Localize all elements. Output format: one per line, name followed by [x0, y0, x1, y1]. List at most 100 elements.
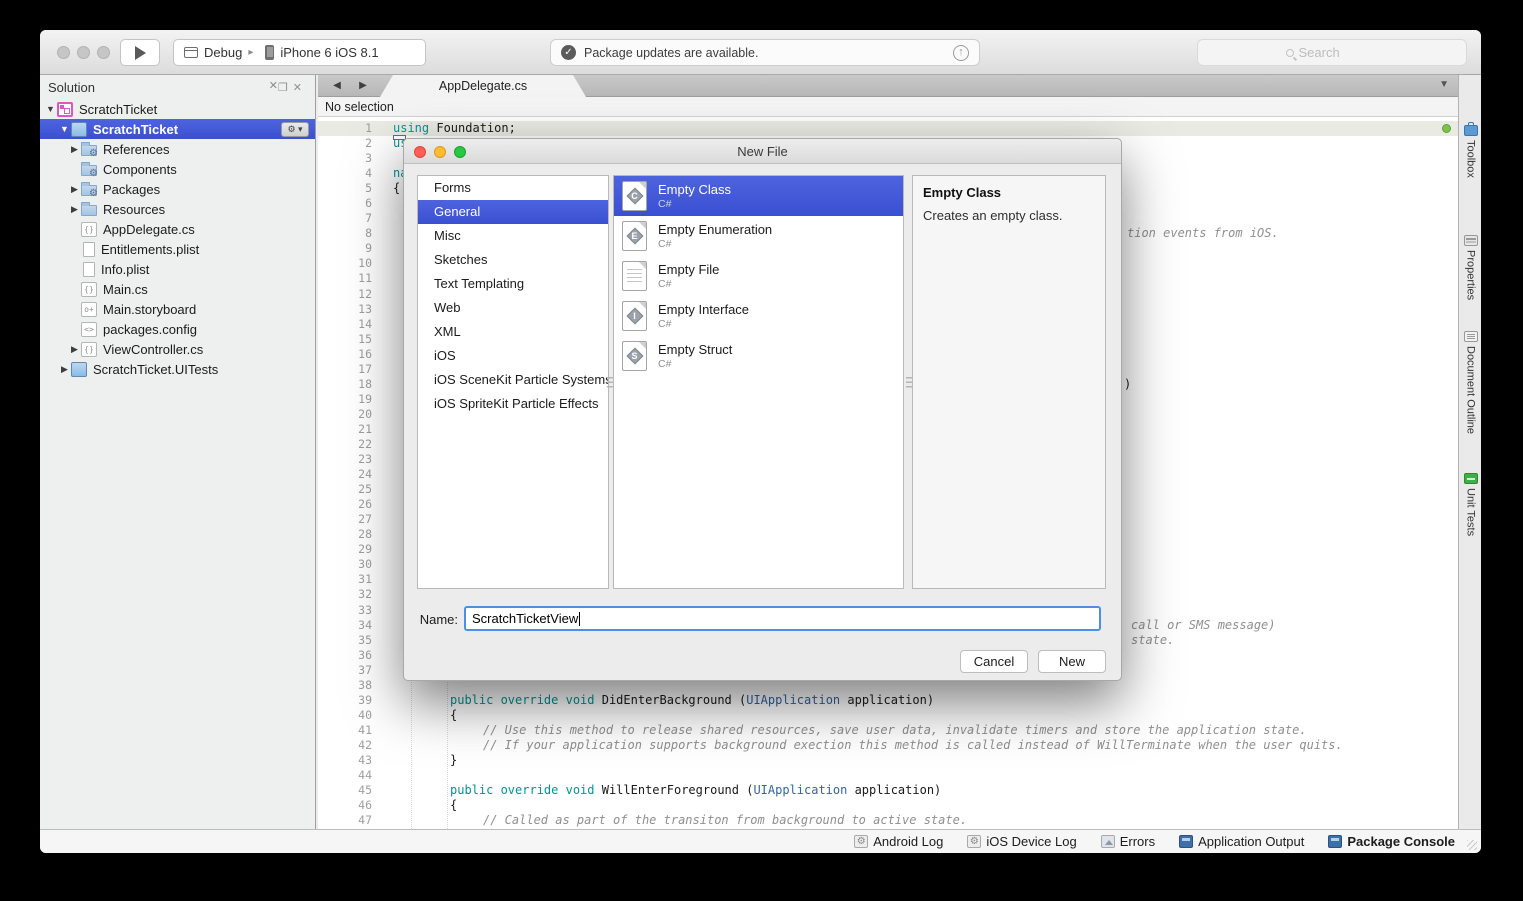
tree-item-scratchticket[interactable]: ▼ScratchTicket⚙ ▾ — [40, 119, 315, 139]
tree-item-info-plist[interactable]: Info.plist — [40, 259, 315, 279]
category-general[interactable]: General — [418, 200, 608, 224]
dock-tab-unit-tests[interactable]: Unit Tests — [1459, 473, 1481, 536]
tree-item-components[interactable]: Components — [40, 159, 315, 179]
tree-item-main-cs[interactable]: {}Main.cs — [40, 279, 315, 299]
build-config-selector[interactable]: Debug ▸ iPhone 6 iOS 8.1 — [173, 39, 426, 66]
template-text: Empty FileC# — [658, 262, 719, 290]
category-xml[interactable]: XML — [418, 320, 608, 344]
template-list: CEmpty ClassC#EEmpty EnumerationC# Empty … — [613, 175, 904, 589]
template-empty-enumeration[interactable]: EEmpty EnumerationC# — [614, 216, 903, 256]
search-input[interactable] — [1299, 45, 1379, 60]
category-sketches[interactable]: Sketches — [418, 248, 608, 272]
tree-item-packages[interactable]: ▶Packages — [40, 179, 315, 199]
editor-tabbar: ◀ ▶ AppDelegate.cs ✕ ▼ — [318, 75, 1458, 97]
name-input[interactable]: ScratchTicketView — [464, 606, 1101, 631]
pad-button-ios-device-log[interactable]: ⚙iOS Device Log — [967, 834, 1076, 849]
xamarin-studio-window: Debug ▸ iPhone 6 iOS 8.1 ✓ Package updat… — [40, 30, 1481, 853]
line-number: 29 — [318, 542, 372, 557]
tree-item-resources[interactable]: ▶Resources — [40, 199, 315, 219]
category-text-templating[interactable]: Text Templating — [418, 272, 608, 296]
new-button[interactable]: New — [1038, 650, 1106, 673]
code-text: public override void WillEnterForeground… — [450, 783, 941, 798]
code-line-44: 44 — [318, 768, 1458, 783]
nav-back-button[interactable]: ◀ — [324, 75, 350, 97]
expander-right-icon[interactable]: ▶ — [68, 204, 81, 215]
pad-button-label: Errors — [1120, 834, 1155, 849]
template-name: Empty Interface — [658, 302, 749, 317]
line-number: 47 — [318, 813, 372, 828]
template-empty-interface[interactable]: IEmpty InterfaceC# — [614, 296, 903, 336]
dialog-minimize-button[interactable] — [434, 146, 446, 158]
resize-grip[interactable] — [1467, 840, 1477, 850]
tab-list-chevron-icon[interactable]: ▼ — [1439, 75, 1449, 97]
dock-tab-toolbox[interactable]: Toolbox — [1459, 125, 1481, 178]
code-line-41: 41// Use this method to release shared r… — [318, 723, 1458, 738]
cancel-button[interactable]: Cancel — [960, 650, 1028, 673]
template-language: C# — [658, 358, 732, 370]
dock-pad-icon[interactable]: ❐ — [278, 82, 293, 94]
name-input-value: ScratchTicketView — [472, 611, 578, 626]
line-number: 32 — [318, 587, 372, 602]
expander-right-icon[interactable]: ▶ — [68, 144, 81, 155]
indent-guide — [411, 677, 412, 829]
code-text: call or SMS message) — [1131, 618, 1276, 633]
close-window-button[interactable] — [57, 46, 70, 59]
tree-item-packages-config[interactable]: <>packages.config — [40, 319, 315, 339]
tree-item-main-storyboard[interactable]: o+Main.storyboard — [40, 299, 315, 319]
outline-icon — [1464, 331, 1478, 342]
tree-item-entitlements-plist[interactable]: Entitlements.plist — [40, 239, 315, 259]
dock-tab-document-outline[interactable]: Document Outline — [1459, 331, 1481, 434]
project-options-gear-button[interactable]: ⚙ ▾ — [281, 122, 309, 137]
editor-tab[interactable]: AppDelegate.cs — [380, 75, 586, 97]
tab-close-icon[interactable]: ✕ — [269, 75, 278, 97]
expander-down-icon[interactable]: ▼ — [58, 124, 71, 134]
expander-right-icon[interactable]: ▶ — [58, 364, 71, 375]
run-button[interactable] — [120, 39, 160, 66]
tree-item-scratchticket[interactable]: ▼ScratchTicket — [40, 99, 315, 119]
pane-resize-grip[interactable] — [607, 377, 613, 390]
category-misc[interactable]: Misc — [418, 224, 608, 248]
category-ios[interactable]: iOS — [418, 344, 608, 368]
tree-item-label: References — [103, 142, 169, 157]
category-forms[interactable]: Forms — [418, 176, 608, 200]
tree-item-scratchticket-uitests[interactable]: ▶ScratchTicket.UITests — [40, 359, 315, 379]
right-dock-strip: Toolbox Properties Document Outline Unit Te… — [1458, 75, 1481, 829]
line-number: 38 — [318, 678, 372, 693]
code-text: // If your application supports backgrou… — [483, 738, 1343, 753]
category-ios-spritekit-particle-effects[interactable]: iOS SpriteKit Particle Effects — [418, 392, 608, 416]
category-list: FormsGeneralMiscSketchesText TemplatingW… — [417, 175, 609, 589]
update-arrow-icon[interactable]: ↑ — [953, 45, 969, 61]
pad-button-errors[interactable]: Errors — [1101, 834, 1155, 849]
tree-item-label: Info.plist — [101, 262, 149, 277]
tree-item-appdelegate-cs[interactable]: {}AppDelegate.cs — [40, 219, 315, 239]
pad-button-application-output[interactable]: Application Output — [1179, 834, 1304, 849]
tree-item-references[interactable]: ▶ References — [40, 139, 315, 159]
dialog-close-button[interactable] — [414, 146, 426, 158]
text-lines-shape — [627, 269, 642, 285]
zoom-window-button[interactable] — [97, 46, 110, 59]
template-empty-class[interactable]: CEmpty ClassC# — [614, 176, 903, 216]
category-web[interactable]: Web — [418, 296, 608, 320]
category-ios-scenekit-particle-systems[interactable]: iOS SceneKit Particle Systems — [418, 368, 608, 392]
line-number: 16 — [318, 347, 372, 362]
pad-button-package-console[interactable]: Package Console — [1328, 834, 1455, 849]
close-pad-icon[interactable]: ✕ — [293, 82, 307, 94]
code-line-45: 45public override void WillEnterForegrou… — [318, 783, 1458, 798]
expander-right-icon[interactable]: ▶ — [68, 344, 81, 355]
minimize-window-button[interactable] — [77, 46, 90, 59]
dock-tab-properties[interactable]: Properties — [1459, 235, 1481, 300]
pad-button-android-log[interactable]: ⚙Android Log — [854, 834, 943, 849]
line-number: 24 — [318, 467, 372, 482]
template-empty-struct[interactable]: SEmpty StructC# — [614, 336, 903, 376]
expander-down-icon[interactable]: ▼ — [44, 104, 57, 114]
dialog-zoom-button[interactable] — [454, 146, 466, 158]
template-empty-file[interactable]: Empty FileC# — [614, 256, 903, 296]
line-number: 36 — [318, 648, 372, 663]
tree-item-viewcontroller-cs[interactable]: ▶{}ViewController.cs — [40, 339, 315, 359]
line-number: 34 — [318, 618, 372, 633]
code-text: using Foundation; — [393, 121, 516, 136]
nav-forward-button[interactable]: ▶ — [350, 75, 376, 97]
cs-icon: {} — [81, 282, 97, 297]
search-field[interactable] — [1197, 39, 1467, 66]
expander-right-icon[interactable]: ▶ — [68, 184, 81, 195]
